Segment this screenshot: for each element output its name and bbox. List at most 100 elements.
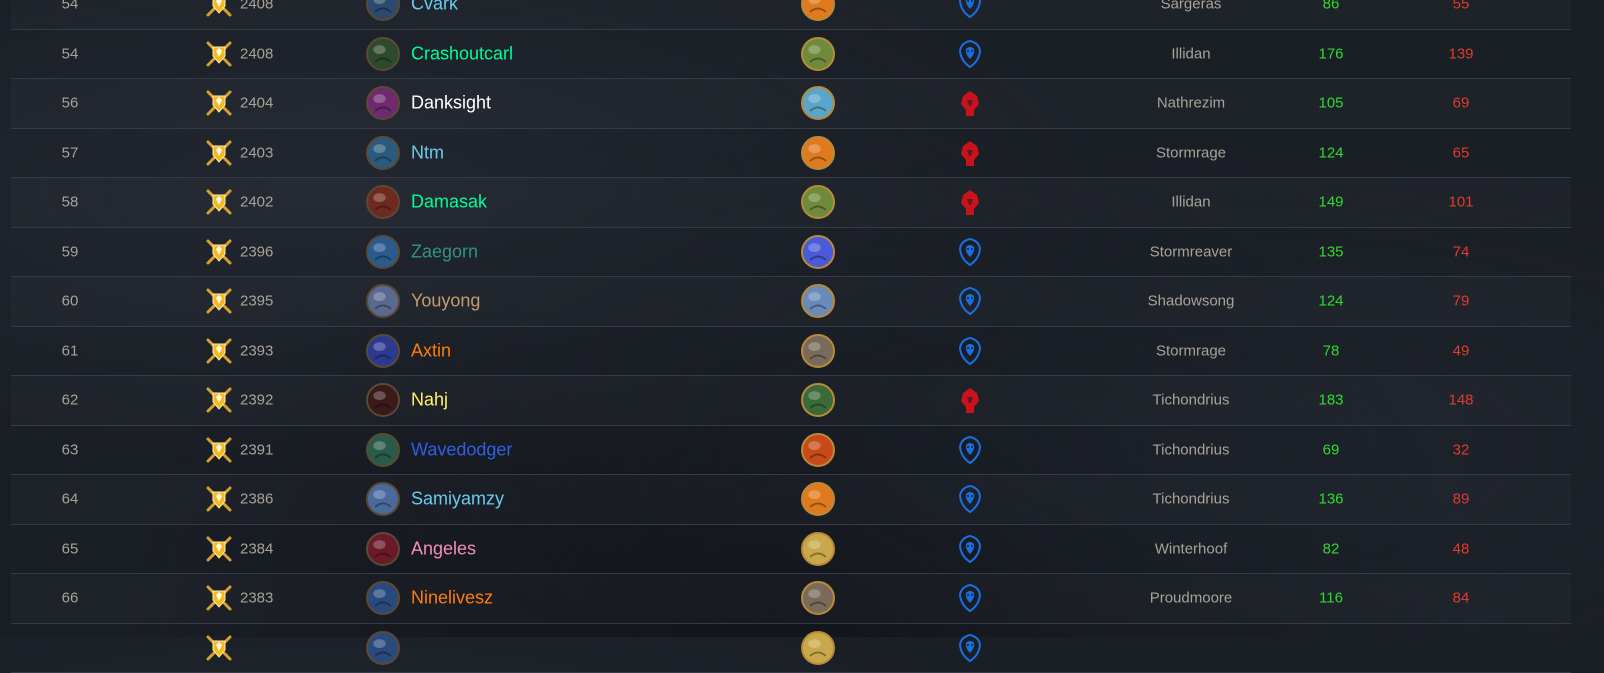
table-row[interactable]: 622392NahjTichondrius183148: [11, 376, 1571, 426]
player-name-link[interactable]: Angeles: [411, 538, 476, 559]
wins-count: 82: [1301, 540, 1361, 557]
rank-icon: [204, 484, 234, 514]
losses-count: 32: [1431, 441, 1491, 458]
wins-count: 183: [1301, 392, 1361, 409]
losses-count: 89: [1431, 491, 1491, 508]
table-row[interactable]: 542408CrashoutcarlIllidan176139: [11, 30, 1571, 80]
losses-count: 139: [1431, 45, 1491, 62]
rank-value: 65: [11, 540, 129, 557]
table-row[interactable]: [11, 624, 1571, 673]
rank-icon: [204, 385, 234, 415]
player-name-link[interactable]: Danksight: [411, 93, 491, 114]
alliance-lion-icon: [957, 237, 983, 267]
losses-count: 55: [1431, 0, 1491, 13]
rank-icon: [204, 88, 234, 118]
avatar[interactable]: [366, 185, 400, 219]
horde-emblem-icon: [957, 385, 983, 415]
devastation-spec-icon: [801, 235, 835, 269]
avatar[interactable]: [366, 631, 400, 665]
rank-value: 64: [11, 491, 129, 508]
realm-name: Illidan: [1091, 194, 1291, 211]
table-row[interactable]: 572403NtmStormrage12465: [11, 129, 1571, 179]
avatar[interactable]: [366, 136, 400, 170]
rank-icon: [204, 39, 234, 69]
realm-name: Illidan: [1091, 45, 1291, 62]
rank-value: 54: [11, 0, 129, 13]
player-name-link[interactable]: Wavedodger: [411, 439, 512, 460]
wins-count: 124: [1301, 144, 1361, 161]
subtlety-spec-icon: [801, 383, 835, 417]
avatar[interactable]: [366, 383, 400, 417]
rating-value: 2386: [240, 491, 273, 508]
brewmaster-spec-icon: [801, 37, 835, 71]
rank-icon: [204, 336, 234, 366]
fire-spec-icon: [801, 482, 835, 516]
table-row[interactable]: 632391WavedodgerTichondrius6932: [11, 426, 1571, 476]
avatar[interactable]: [366, 235, 400, 269]
wins-count: 136: [1301, 491, 1361, 508]
rating-value: 2403: [240, 144, 273, 161]
table-row[interactable]: 642386SamiyamzyTichondrius13689: [11, 475, 1571, 525]
player-name-link[interactable]: Cvark: [411, 0, 458, 15]
player-name-link[interactable]: Zaegorn: [411, 241, 478, 262]
table-row[interactable]: 562404DanksightNathrezim10569: [11, 79, 1571, 129]
player-name-link[interactable]: Ninelivesz: [411, 588, 493, 609]
table-row[interactable]: 602395YouyongShadowsong12479: [11, 277, 1571, 327]
losses-count: 69: [1431, 95, 1491, 112]
rating-value: 2408: [240, 0, 273, 13]
player-name-link[interactable]: Youyong: [411, 291, 480, 312]
player-name-link[interactable]: Damasak: [411, 192, 487, 213]
rank-icon: [204, 534, 234, 564]
realm-name: Stormrage: [1091, 342, 1291, 359]
avatar[interactable]: [366, 532, 400, 566]
rank-icon: [204, 435, 234, 465]
avatar[interactable]: [366, 37, 400, 71]
table-row[interactable]: 662383NineliveszProudmoore11684: [11, 574, 1571, 624]
rank-value: 62: [11, 392, 129, 409]
player-name-link[interactable]: Ntm: [411, 142, 444, 163]
avatar[interactable]: [366, 284, 400, 318]
wins-count: 86: [1301, 0, 1361, 13]
table-row[interactable]: 592396ZaegornStormreaver13574: [11, 228, 1571, 278]
losses-count: 79: [1431, 293, 1491, 310]
table-row[interactable]: 542408CvarkSargeras8655: [11, 0, 1571, 30]
avatar[interactable]: [366, 334, 400, 368]
alliance-lion-icon: [957, 633, 983, 663]
losses-count: 84: [1431, 590, 1491, 607]
table-row[interactable]: 582402DamasakIllidan149101: [11, 178, 1571, 228]
guardian-spec-icon: [801, 581, 835, 615]
player-name-link[interactable]: Crashoutcarl: [411, 43, 513, 64]
avatar[interactable]: [366, 433, 400, 467]
realm-name: Stormreaver: [1091, 243, 1291, 260]
wins-count: 116: [1301, 590, 1361, 607]
rank-value: 59: [11, 243, 129, 260]
rank-icon: [204, 633, 234, 663]
rating-value: 2402: [240, 194, 273, 211]
alliance-lion-icon: [957, 435, 983, 465]
player-name-link[interactable]: Nahj: [411, 390, 448, 411]
losses-count: 148: [1431, 392, 1491, 409]
discipline-spec-icon: [801, 86, 835, 120]
rank-icon: [204, 237, 234, 267]
spec-icon: [801, 631, 835, 665]
realm-name: Nathrezim: [1091, 95, 1291, 112]
rank-value: 57: [11, 144, 129, 161]
table-row[interactable]: 612393AxtinStormrage7849: [11, 327, 1571, 377]
rank-value: 63: [11, 441, 129, 458]
player-name-link[interactable]: Axtin: [411, 340, 451, 361]
player-name-link[interactable]: Samiyamzy: [411, 489, 504, 510]
brewmaster-spec-icon: [801, 185, 835, 219]
avatar[interactable]: [366, 482, 400, 516]
wins-count: 135: [1301, 243, 1361, 260]
realm-name: Winterhoof: [1091, 540, 1291, 557]
rank-icon: [204, 138, 234, 168]
avatar[interactable]: [366, 86, 400, 120]
table-row[interactable]: 652384AngelesWinterhoof8248: [11, 525, 1571, 575]
avatar[interactable]: [366, 0, 400, 21]
rating-value: 2396: [240, 243, 273, 260]
avatar[interactable]: [366, 581, 400, 615]
wins-count: 105: [1301, 95, 1361, 112]
realm-name: Stormrage: [1091, 144, 1291, 161]
rating-value: 2393: [240, 342, 273, 359]
realm-name: Shadowsong: [1091, 293, 1291, 310]
